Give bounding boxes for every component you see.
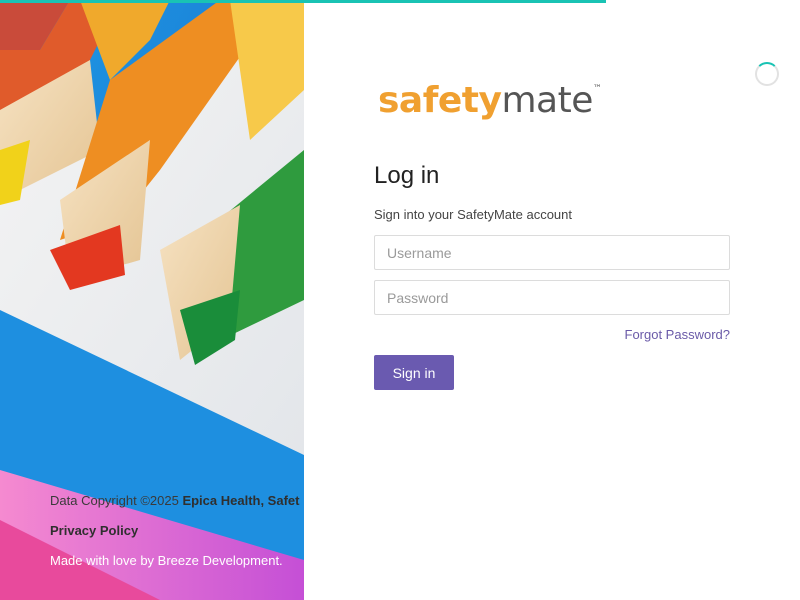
sign-in-button[interactable]: Sign in [374,355,454,390]
progress-bar-fill [0,0,606,3]
page-load-progress [0,0,800,3]
loading-spinner-icon [755,62,779,86]
page-subtitle: Sign into your SafetyMate account [374,207,573,222]
copyright-line: Data Copyright ©2025 Epica Health, Safet [50,486,304,516]
forgot-password-link[interactable]: Forgot Password? [625,327,731,342]
made-by-credit: Made with love by Breeze Development. [50,553,283,568]
copyright-prefix: Data Copyright ©2025 [50,493,183,508]
copyright-owner: Epica Health, Safet [182,493,300,508]
logo-trademark: ™ [592,84,602,94]
hero-footer: Data Copyright ©2025 Epica Health, Safet… [50,486,304,576]
safetymate-logo: safetymate™ [378,80,602,124]
password-field[interactable] [374,280,730,315]
logo-mate-text: mate [501,80,593,121]
page-title: Log in [374,162,440,189]
logo-safety-text: safety [378,80,502,121]
privacy-policy-link[interactable]: Privacy Policy [50,523,138,538]
hero-image-panel: Data Copyright ©2025 Epica Health, Safet… [0,0,304,600]
username-field[interactable] [374,235,730,270]
login-page: Data Copyright ©2025 Epica Health, Safet… [0,0,800,600]
